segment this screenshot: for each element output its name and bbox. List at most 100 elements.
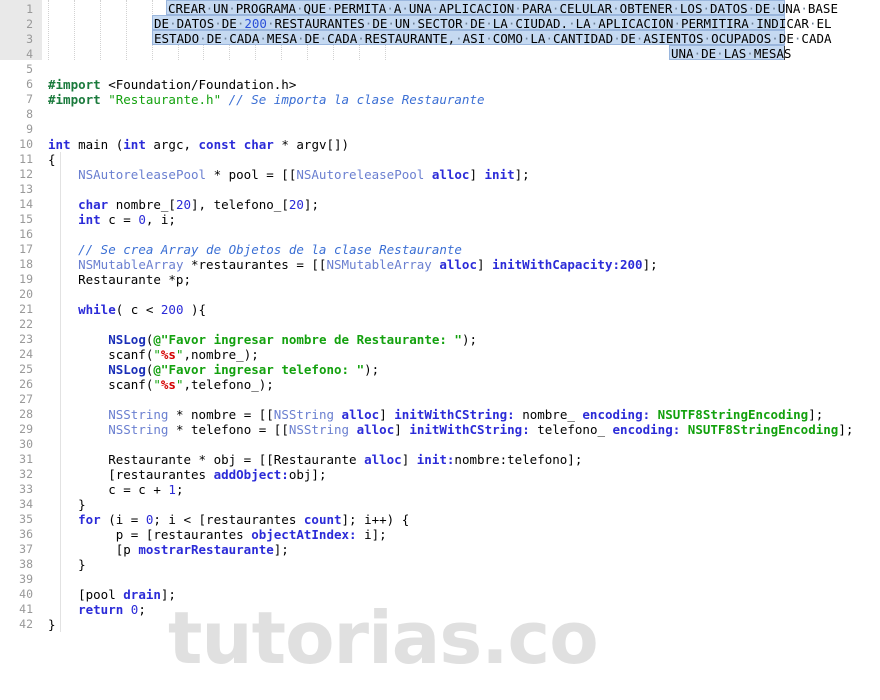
code-token: · [800,1,808,16]
code-token: · [214,16,222,31]
line-number: 34 [19,497,33,511]
code-token: nombre:telefono]; [454,452,583,467]
code-token: UNA [408,1,432,16]
code-token: ], telefono_[ [191,197,289,212]
code-token: nombre_[ [108,197,176,212]
code-token: alloc [364,452,402,467]
code-token: · [485,31,493,46]
code-token: ]; i++) { [341,512,410,527]
code-token: drain [123,587,161,602]
code-token: ] [394,422,410,437]
code-token: CADA [327,31,358,46]
code-token: · [770,1,778,16]
line-number: 28 [19,407,33,421]
code-token: RESTAURANTE, [364,31,456,46]
code-line: scanf("%s",telefono_); [48,377,274,392]
code-token: ]; [160,587,176,602]
line-number: 38 [19,557,33,571]
code-token: PARA [521,1,552,16]
code-token: init: [416,452,455,467]
code-token: · [357,31,365,46]
code-token: PROGRAMA [235,1,296,16]
line-number: 42 [19,617,33,631]
selected-line[interactable]: ESTADO·DE·CADA·MESA·DE·CADA·RESTAURANTE,… [152,30,832,46]
code-line: Restaurante *p; [48,272,191,287]
code-line: scanf("%s",nombre_); [48,347,259,362]
line-number: 20 [19,287,33,301]
code-token: ] [477,257,493,272]
line-number: 10 [19,137,33,151]
code-token: CADA [801,31,832,46]
code-token: ; [175,482,184,497]
selected-line[interactable]: UNA·DE·LAS·MESAS [669,45,791,61]
line-number: 23 [19,332,33,346]
code-token: int [123,137,146,152]
code-token: alloc [356,422,395,437]
code-token: · [514,1,522,16]
code-token: PERMITIRA [680,16,749,31]
code-token: · [455,31,463,46]
code-token: Restaurante * obj = [[Restaurante [48,452,365,467]
indent-guide [125,0,128,60]
code-token: · [295,1,304,16]
code-token: Restaurante *p; [48,272,191,287]
code-token: · [703,31,712,46]
code-token: NSLog [108,332,146,347]
code-token: DE [778,31,794,46]
code-token: · [485,16,493,31]
code-token: initWithCString: [409,422,530,437]
selected-line[interactable]: CREAR·UN·PROGRAMA·QUE·PERMITA·A·UNA·APLI… [166,0,838,16]
code-token: DE [304,31,320,46]
code-token: · [409,16,418,31]
code-token: · [702,1,710,16]
code-token: char [243,137,274,152]
line-number: 5 [26,62,33,76]
code-token: · [431,1,440,16]
code-token: count [303,512,342,527]
line-number: 41 [19,602,33,616]
code-token: 0 [138,212,146,227]
code-line: [p mostrarRestaurante]; [48,542,289,557]
code-line: { [48,152,56,167]
code-token: initWithCapacity:200 [492,257,643,272]
code-token: <Foundation/Foundation.h> [108,77,297,92]
code-token: %s [160,347,176,362]
code-token: NSAutoreleasePool [78,167,207,182]
code-token: · [673,16,681,31]
code-token: NSUTF8StringEncoding [687,422,839,437]
code-token: nombre_ [514,407,583,422]
code-token: BASE [807,1,838,16]
code-line: } [48,617,56,632]
code-editor[interactable]: tutorias.co 1 2 3 4 5 6 7 8 9 10 11 12 13 14 15 16 17 18 1… [0,0,880,700]
code-token: · [612,1,620,16]
code-token: { [48,152,56,167]
selected-line[interactable]: DE·DATOS·DE·200·RESTAURANTES·DE·UN·SECTO… [152,15,832,31]
code-token: OCUPADOS [711,31,772,46]
code-token: * telefono = [[ [168,422,289,437]
line-number-gutter[interactable]: 1 2 3 4 5 6 7 8 9 10 11 12 13 14 15 16 17 18 19 20 21 22 23 24 2… [0,0,42,700]
code-line: int c = 0, i; [48,212,176,227]
code-token: ( c < [115,302,161,317]
code-token: * pool = [[ [206,167,297,182]
code-token: const [198,137,237,152]
line-number: 36 [19,527,33,541]
line-number: 9 [26,122,33,136]
text-caret [784,46,785,60]
code-token: EL [816,16,832,31]
code-line: char nombre_[20], telefono_[20]; [48,197,319,212]
code-token: argc, [145,137,199,152]
line-number: 40 [19,587,33,601]
code-line: #import <Foundation/Foundation.h> [48,77,296,92]
code-token: LA [575,16,591,31]
line-number: 22 [19,317,33,331]
code-token: } [48,617,56,632]
code-line: [restaurantes addObject:obj]; [48,467,326,482]
code-token: APLICACION [598,16,674,31]
code-token: encoding: [612,422,681,437]
code-token: DE [221,16,237,31]
code-token: UNA [777,1,801,16]
